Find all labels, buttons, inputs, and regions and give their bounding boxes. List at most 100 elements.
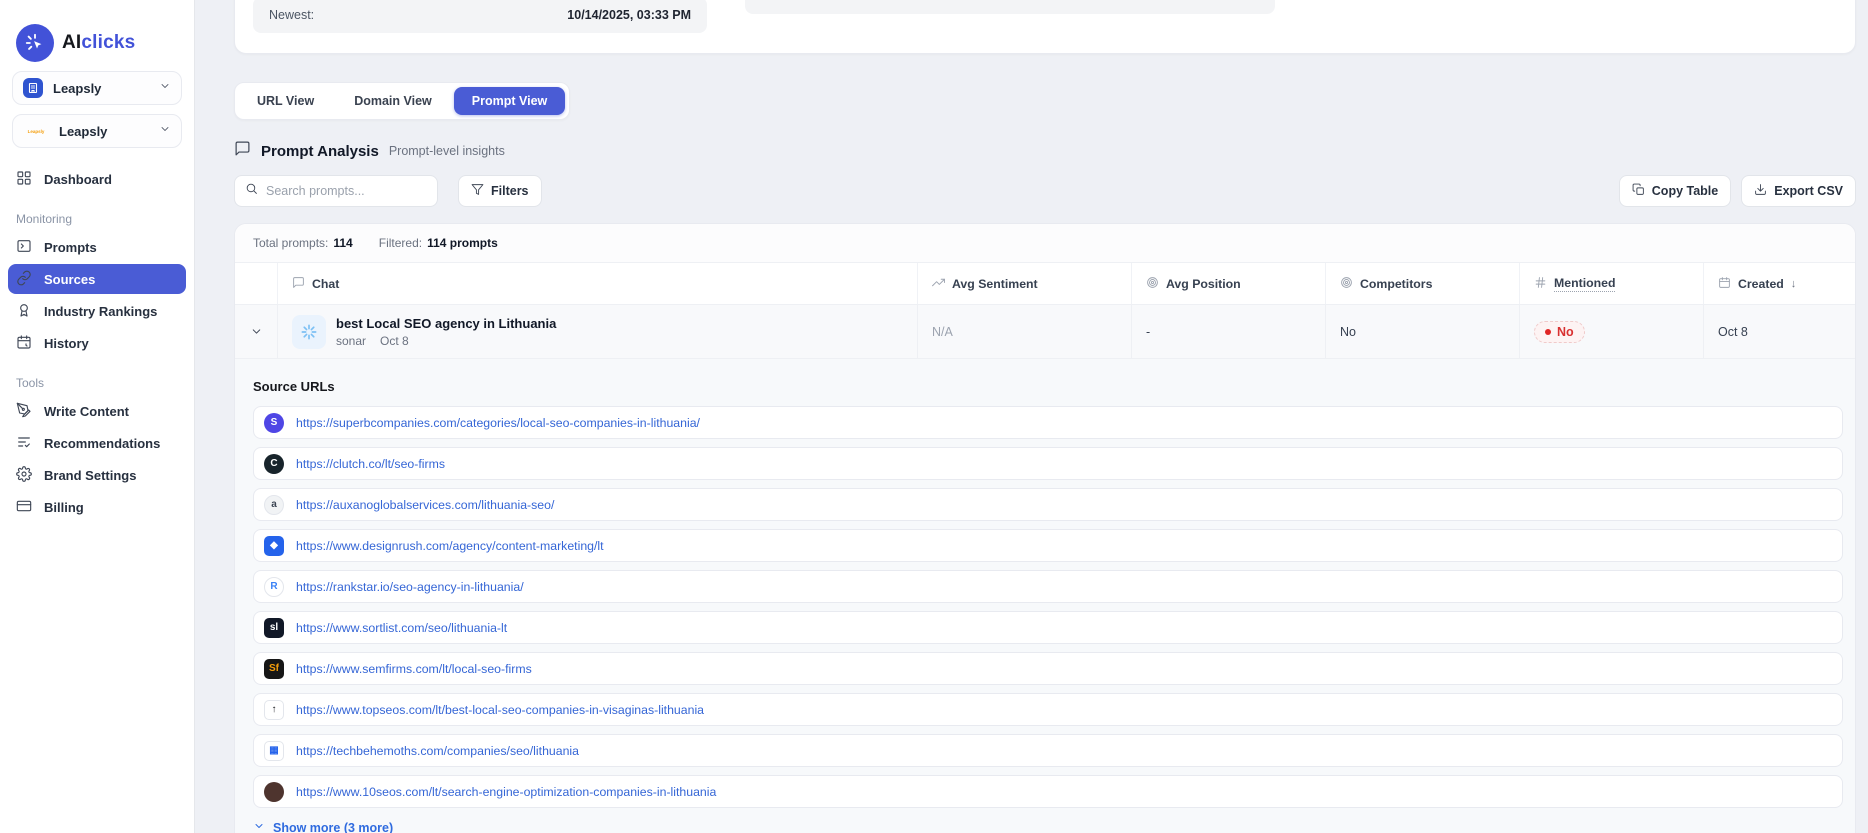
sidebar-nav: Dashboard Monitoring Prompts Sources Ind…: [0, 164, 194, 522]
workspace-select-primary[interactable]: Leapsly: [12, 71, 182, 105]
source-url-link[interactable]: https://superbcompanies.com/categories/l…: [296, 416, 700, 430]
created-cell: Oct 8: [1703, 305, 1855, 358]
favicon-sortlist: sl: [264, 617, 284, 638]
sidebar-item-prompts[interactable]: Prompts: [8, 232, 186, 262]
workspace-name: Leapsly: [53, 80, 102, 96]
hash-icon: [1534, 276, 1547, 292]
favicon-designrush: ◆: [264, 535, 284, 556]
row-expander[interactable]: [235, 305, 277, 358]
award-icon: [16, 302, 32, 321]
column-header-created[interactable]: Created ↓: [1703, 263, 1855, 304]
source-url-row[interactable]: ↑ https://www.topseos.com/lt/best-local-…: [253, 693, 1843, 726]
source-url-row[interactable]: https://www.10seos.com/lt/search-engine-…: [253, 775, 1843, 808]
search-box: [234, 175, 438, 207]
newest-stat-row: Newest: 10/14/2025, 03:33 PM: [253, 0, 707, 33]
filtered-label: Filtered:: [378, 236, 423, 250]
filters-button[interactable]: Filters: [458, 175, 542, 207]
favicon-superbcompanies: S: [264, 412, 284, 433]
newest-label: Newest:: [269, 8, 315, 22]
search-icon: [245, 182, 258, 200]
page-title: Prompt Analysis: [261, 142, 379, 160]
source-url-link[interactable]: https://www.10seos.com/lt/search-engine-…: [296, 785, 716, 799]
column-header-avg-position[interactable]: Avg Position: [1131, 263, 1325, 304]
avg-position-cell: -: [1131, 305, 1325, 358]
chevron-down-icon: [159, 79, 171, 97]
view-tabbar: URL View Domain View Prompt View: [234, 82, 571, 120]
favicon-auxanoglobalservices: a: [264, 494, 284, 515]
link-icon: [16, 270, 32, 289]
favicon-10seos: [264, 781, 284, 802]
tab-prompt-view[interactable]: Prompt View: [453, 87, 566, 115]
terminal-icon: [16, 238, 32, 257]
export-csv-button[interactable]: Export CSV: [1741, 175, 1856, 207]
source-url-row[interactable]: ▦ https://techbehemoths.com/companies/se…: [253, 734, 1843, 767]
sidebar: AIclicks Leapsly Leapsly Leapsly Dashboa…: [0, 0, 195, 833]
tab-url-view[interactable]: URL View: [239, 87, 332, 115]
favicon-semfirms: Sf: [264, 658, 284, 679]
target-icon: [1146, 276, 1159, 292]
pen-icon: [16, 402, 32, 421]
building-icon: [23, 78, 43, 98]
column-header-avg-sentiment[interactable]: Avg Sentiment: [917, 263, 1131, 304]
prompt-table-card: Total prompts: 114 Filtered: 114 prompts C…: [234, 223, 1856, 833]
brand-logo: AIclicks: [0, 0, 194, 62]
source-url-row[interactable]: ◆ https://www.designrush.com/agency/cont…: [253, 529, 1843, 562]
favicon-techbehemoths: ▦: [264, 740, 284, 761]
workspace-name: Leapsly: [59, 123, 108, 139]
source-url-row[interactable]: C https://clutch.co/lt/seo-firms: [253, 447, 1843, 480]
source-url-link[interactable]: https://techbehemoths.com/companies/seo/…: [296, 744, 579, 758]
sidebar-item-billing[interactable]: Billing: [8, 492, 186, 522]
prompt-row[interactable]: best Local SEO agency in Lithuania sonar…: [235, 305, 1855, 359]
favicon-topseos: ↑: [264, 699, 284, 720]
source-url-row[interactable]: a https://auxanoglobalservices.com/lithu…: [253, 488, 1843, 521]
column-header-mentioned[interactable]: Mentioned: [1519, 263, 1703, 304]
sidebar-item-dashboard[interactable]: Dashboard: [8, 164, 186, 194]
funnel-icon: [471, 183, 484, 199]
sidebar-item-recommendations[interactable]: Recommendations: [8, 428, 186, 458]
leapsly-wordmark-icon: Leapsly: [27, 128, 45, 134]
trending-up-icon: [932, 276, 945, 292]
dashboard-icon: [16, 170, 32, 189]
source-url-link[interactable]: https://auxanoglobalservices.com/lithuan…: [296, 498, 554, 512]
show-more-button[interactable]: Show more (3 more): [253, 820, 1843, 833]
sidebar-item-industry-rankings[interactable]: Industry Rankings: [8, 296, 186, 326]
favicon-clutch: C: [264, 453, 284, 474]
app-window: AIclicks Leapsly Leapsly Leapsly Dashboa…: [0, 0, 1868, 833]
source-url-row[interactable]: R https://rankstar.io/seo-agency-in-lith…: [253, 570, 1843, 603]
table-header-row: Chat Avg Sentiment Avg Position Competit…: [235, 263, 1855, 305]
tab-domain-view[interactable]: Domain View: [336, 87, 450, 115]
column-header-competitors[interactable]: Competitors: [1325, 263, 1519, 304]
source-url-link[interactable]: https://rankstar.io/seo-agency-in-lithua…: [296, 580, 524, 594]
column-header-chat[interactable]: Chat: [277, 263, 917, 304]
source-url-row[interactable]: S https://superbcompanies.com/categories…: [253, 406, 1843, 439]
expanded-sources-panel: Source URLs S https://superbcompanies.co…: [235, 359, 1855, 833]
download-icon: [1754, 183, 1767, 199]
source-url-link[interactable]: https://www.semfirms.com/lt/local-seo-fi…: [296, 662, 532, 676]
search-input[interactable]: [266, 184, 427, 198]
nav-section-tools: Tools: [16, 376, 45, 390]
mentioned-badge: No: [1534, 320, 1585, 343]
source-url-link[interactable]: https://www.sortlist.com/seo/lithuania-l…: [296, 621, 507, 635]
favicon-rankstar: R: [264, 576, 284, 597]
source-url-link[interactable]: https://www.designrush.com/agency/conten…: [296, 539, 604, 553]
sidebar-item-history[interactable]: History: [8, 328, 186, 358]
sidebar-item-sources[interactable]: Sources: [8, 264, 186, 294]
source-url-row[interactable]: Sf https://www.semfirms.com/lt/local-seo…: [253, 652, 1843, 685]
summary-card: Newest: 10/14/2025, 03:33 PM: [234, 0, 1856, 54]
page-subtitle: Prompt-level insights: [388, 144, 505, 158]
expander-header-cell: [235, 263, 277, 304]
brand-wordmark: AIclicks: [62, 32, 136, 53]
sidebar-item-brand-settings[interactable]: Brand Settings: [8, 460, 186, 490]
workspace-select-secondary[interactable]: Leapsly Leapsly: [12, 114, 182, 148]
panel-header: Prompt Analysis Prompt-level insights: [234, 140, 1856, 162]
newest-value: 10/14/2025, 03:33 PM: [567, 8, 691, 22]
summary-stat-fragment: [745, 0, 1275, 14]
source-url-row[interactable]: sl https://www.sortlist.com/seo/lithuani…: [253, 611, 1843, 644]
copy-table-button[interactable]: Copy Table: [1618, 175, 1732, 207]
sidebar-item-write-content[interactable]: Write Content: [8, 396, 186, 426]
prompt-title: best Local SEO agency in Lithuania: [336, 315, 557, 331]
source-url-link[interactable]: https://www.topseos.com/lt/best-local-se…: [296, 703, 704, 717]
total-prompts-value: 114: [333, 236, 353, 250]
source-url-link[interactable]: https://clutch.co/lt/seo-firms: [296, 457, 445, 471]
mentioned-cell: No: [1519, 305, 1703, 358]
